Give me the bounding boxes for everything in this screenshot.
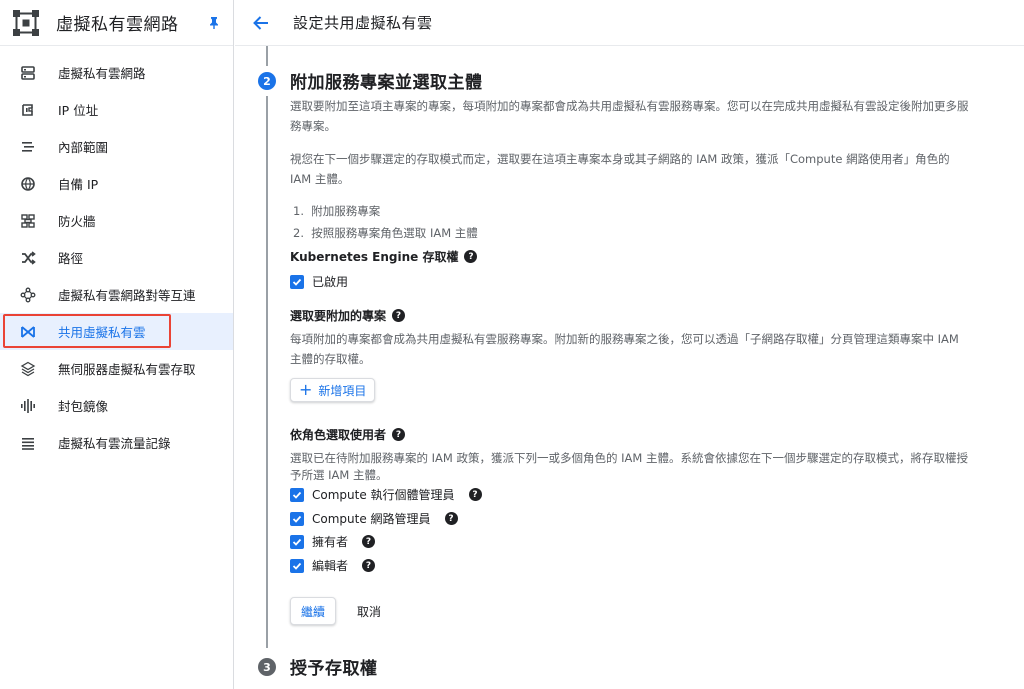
sidebar-item-label: 虛擬私有雲網路 [58,66,146,81]
vpc-network-logo-icon [13,9,39,36]
attach-projects-description: 每項附加的專案都會成為共用虛擬私有雲服務專案。附加新的服務專案之後，您可以透過「… [290,332,959,366]
pin-icon[interactable] [207,16,221,30]
sidebar-item-label: 路徑 [58,251,84,266]
help-icon[interactable]: ? [392,309,406,322]
sidebar-item-label: IP 位址 [58,103,99,118]
sidebar-item-shared-vpc[interactable]: 共用虛擬私有雲 [0,313,233,350]
sidebar-item-routes[interactable]: 路徑 [0,239,233,276]
help-icon[interactable]: ? [392,428,406,441]
internal-ranges-icon [22,141,34,152]
sidebar-item-label: 防火牆 [58,214,96,229]
page-title: 設定共用虛擬私有雲 [293,14,433,32]
sidebar-item-label: 封包鏡像 [58,399,109,414]
sidebar-item-byoip[interactable]: 自備 IP [0,165,233,202]
step-description: 選取要附加至這項主專案的專案，每項附加的專案都會成為共用虛擬私有雲服務專案。您可… [290,99,969,133]
selection-highlight-box [3,314,171,348]
checkbox-label: 已啟用 [312,275,349,289]
role-checkbox-row[interactable]: 編輯者 ? [290,557,376,574]
check-icon [292,278,302,286]
checkbox-label: 擁有者 [312,535,349,549]
step-substeps-list: 1. 附加服務專案 2. 按照服務專案角色選取 IAM 主體 [293,200,478,244]
sidebar-item-flow-logs[interactable]: 虛擬私有雲流量記錄 [0,424,233,461]
sidebar-item-label: 無伺服器虛擬私有雲存取 [58,362,196,377]
gke-access-label: Kubernetes Engine 存取權 ? [290,248,478,265]
step-number-badge: 3 [258,658,276,676]
help-icon[interactable]: ? [362,559,376,572]
checkbox-checked[interactable] [290,274,304,289]
cancel-button[interactable]: 取消 [349,597,389,625]
help-icon[interactable]: ? [362,535,376,548]
checkbox-checked[interactable] [290,558,304,573]
checkbox-label: Compute 網路管理員 [312,512,431,526]
check-icon [292,538,302,546]
vpc-peering-icon [20,287,36,302]
sidebar-item-vpc-peering[interactable]: 虛擬私有雲網路對等互連 [0,276,233,313]
step-title: 授予存取權 [290,659,378,679]
checkbox-checked[interactable] [290,534,304,549]
role-checkbox-row[interactable]: Compute 網路管理員 ? [290,510,458,527]
check-icon [292,491,302,499]
checkbox-label: 編輯者 [312,559,349,573]
byoip-icon [21,176,35,191]
step-number-badge: 2 [258,72,276,90]
sidebar-item-serverless-vpc[interactable]: 無伺服器虛擬私有雲存取 [0,350,233,387]
firewall-icon [21,213,35,228]
step-description-principals: 視您在下一個步驟選定的存取模式而定，選取要在這項主專案本身或其子網路的 IAM … [290,152,950,186]
ip-address-icon [22,103,33,116]
gke-enabled-checkbox-row[interactable]: 已啟用 [290,273,348,290]
continue-button[interactable]: 繼續 [290,597,336,625]
stepper-line [266,96,268,648]
attach-projects-label: 選取要附加的專案 ? [290,307,406,324]
stepper-line [266,46,268,66]
sidebar-item-internal-ranges[interactable]: 內部範圍 [0,128,233,165]
vpc-networks-icon [21,65,35,80]
routes-icon [22,250,36,265]
sidebar-title: 虛擬私有雲網路 [56,15,179,35]
add-item-button[interactable]: + 新增項目 [290,378,376,402]
sidebar-item-vpc-networks[interactable]: 虛擬私有雲網路 [0,54,233,91]
sidebar-header: 虛擬私有雲網路 [0,0,233,46]
check-icon [292,562,302,570]
flow-logs-icon [22,437,34,450]
select-users-by-role-label: 依角色選取使用者 ? [290,426,406,443]
step-title: 附加服務專案並選取主體 [290,73,483,93]
role-checkbox-row[interactable]: 擁有者 ? [290,533,376,550]
back-arrow-icon[interactable] [251,13,271,33]
help-icon[interactable]: ? [468,488,482,501]
sidebar-item-ip-address[interactable]: IP 位址 [0,91,233,128]
packet-mirroring-icon [21,398,35,413]
sidebar-nav: 虛擬私有雲網路 IP 位址 內部範圍 自備 IP 防火牆 路徑 虛擬私有雲網路對… [0,46,233,461]
role-checkbox-row[interactable]: Compute 執行個體管理員 ? [290,486,482,503]
help-icon[interactable]: ? [444,512,458,525]
list-item: 2. 按照服務專案角色選取 IAM 主體 [293,226,478,240]
list-item: 1. 附加服務專案 [293,204,381,218]
checkbox-checked[interactable] [290,487,304,502]
sidebar: 虛擬私有雲網路 虛擬私有雲網路 IP 位址 內部範圍 自備 IP 防火牆 路徑 … [0,0,234,689]
main-content: 2 附加服務專案並選取主體 選取要附加至這項主專案的專案，每項附加的專案都會成為… [235,46,1024,689]
check-icon [292,515,302,523]
sidebar-item-firewall[interactable]: 防火牆 [0,202,233,239]
serverless-vpc-icon [20,361,36,376]
sidebar-item-label: 內部範圍 [58,140,109,155]
select-users-description: 選取已在待附加服務專案的 IAM 政策，獲派下列一或多個角色的 IAM 主體。系… [290,451,968,482]
sidebar-item-label: 自備 IP [58,177,99,192]
sidebar-item-label: 虛擬私有雲網路對等互連 [58,288,196,303]
checkbox-label: Compute 執行個體管理員 [312,488,455,502]
help-icon[interactable]: ? [464,250,478,263]
sidebar-item-label: 虛擬私有雲流量記錄 [58,436,171,451]
sidebar-item-packet-mirroring[interactable]: 封包鏡像 [0,387,233,424]
page-header: 設定共用虛擬私有雲 [235,0,1024,46]
plus-icon: + [299,380,313,399]
checkbox-checked[interactable] [290,511,304,526]
